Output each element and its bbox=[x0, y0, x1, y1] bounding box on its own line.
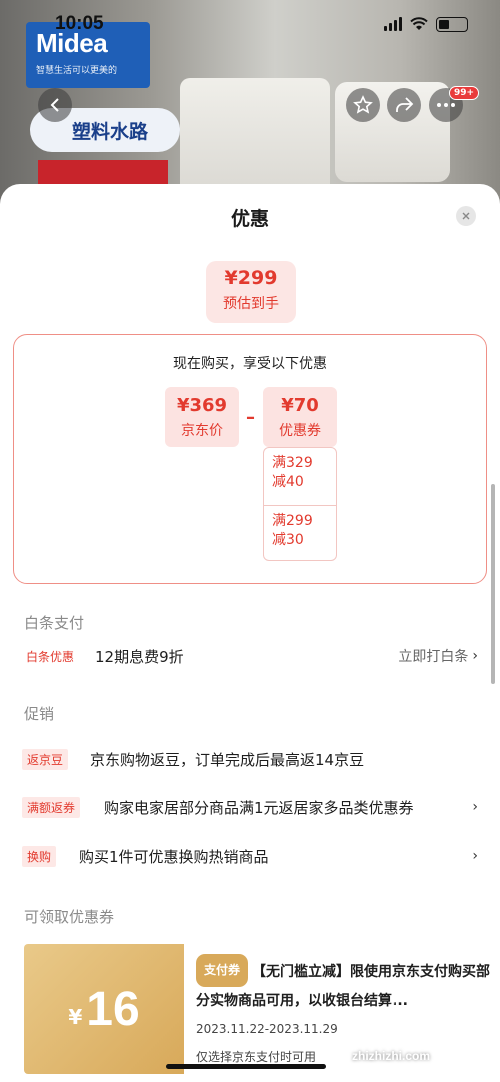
coupon-total-chip: ¥70 优惠券 bbox=[263, 387, 337, 447]
coupon-discount: 减40 bbox=[272, 474, 304, 490]
promotion-tag: 返京豆 bbox=[22, 748, 69, 770]
pay-coupon-tag: 支付券 bbox=[196, 954, 249, 987]
coupon-amount: 16 bbox=[86, 982, 140, 1036]
promotion-text: 购买1件可优惠换购热销商品 bbox=[79, 847, 269, 866]
more-icon bbox=[437, 103, 455, 107]
close-button[interactable] bbox=[456, 206, 476, 226]
coupon-threshold: 满329 bbox=[272, 455, 313, 471]
applied-coupon-list: 满329 减40 满299 减30 bbox=[263, 447, 337, 561]
status-time: 10:05 bbox=[55, 13, 104, 34]
message-badge: 99+ bbox=[449, 86, 480, 100]
coupon-currency: ¥ bbox=[68, 1005, 83, 1029]
promotion-text: 京东购物返豆，订单完成后最高返14京豆 bbox=[90, 750, 365, 769]
baitiao-action-label: 立即打白条 bbox=[398, 649, 469, 665]
signal-icon bbox=[384, 17, 402, 31]
home-indicator[interactable] bbox=[166, 1064, 326, 1069]
chevron-right-icon: › bbox=[472, 848, 478, 864]
minus-sign: – bbox=[246, 407, 255, 428]
price-calculation-box: 现在购买，享受以下优惠 ¥369 京东价 – ¥70 优惠券 满329 减40 … bbox=[13, 334, 487, 584]
close-icon bbox=[462, 212, 470, 220]
promotion-row[interactable]: 满额返券 购家电家居部分商品满1元返居家多品类优惠券 › bbox=[0, 792, 500, 822]
baitiao-action[interactable]: 立即打白条 › bbox=[398, 646, 478, 666]
status-bar: 10:05 bbox=[0, 0, 500, 48]
wifi-icon bbox=[410, 17, 428, 30]
estimated-price: ¥299 bbox=[224, 267, 278, 289]
share-button[interactable] bbox=[387, 88, 421, 122]
promotion-text: 购家电家居部分商品满1元返居家多品类优惠券 bbox=[104, 798, 414, 817]
battery-icon bbox=[436, 16, 468, 32]
jd-price-value: ¥369 bbox=[176, 395, 228, 416]
promotion-row[interactable]: 换购 购买1件可优惠换购热销商品 › bbox=[0, 841, 500, 871]
applied-coupon-item: 满329 减40 bbox=[264, 448, 336, 505]
coupon-section-title: 可领取优惠券 bbox=[24, 908, 115, 926]
brand-tagline: 智慧生活可以更美的 bbox=[36, 66, 118, 76]
watermark-logo bbox=[387, 989, 493, 1043]
applied-coupon-item: 满299 减30 bbox=[264, 505, 336, 562]
promotion-tag: 换购 bbox=[22, 845, 57, 867]
chevron-left-icon bbox=[50, 98, 59, 112]
coupon-discount: 减30 bbox=[272, 532, 304, 548]
estimated-price-box: ¥299 预估到手 bbox=[206, 261, 296, 323]
chevron-right-icon: › bbox=[472, 648, 478, 664]
chevron-right-icon: › bbox=[472, 799, 478, 815]
promotion-detail[interactable]: › bbox=[472, 799, 478, 815]
promotion-tag: 满额返券 bbox=[22, 796, 81, 818]
status-icons bbox=[384, 16, 468, 32]
star-icon bbox=[353, 95, 373, 114]
promotion-detail[interactable]: › bbox=[472, 848, 478, 864]
jd-price-label: 京东价 bbox=[181, 423, 223, 439]
scrollbar[interactable] bbox=[491, 484, 495, 684]
coupon-amount-panel: ¥ 16 bbox=[24, 944, 184, 1074]
baitiao-section-title: 白条支付 bbox=[24, 614, 85, 632]
baitiao-row[interactable]: 白条优惠 12期息费9折 立即打白条 › bbox=[0, 641, 500, 671]
coupon-total-value: ¥70 bbox=[281, 395, 319, 416]
coupon-note: 仅选择京东支付时可用 bbox=[196, 1050, 317, 1064]
watermark: zhizhizhi.com bbox=[352, 1049, 430, 1063]
estimated-price-label: 预估到手 bbox=[223, 296, 279, 312]
favorite-button[interactable] bbox=[346, 88, 380, 122]
discount-sheet: 优惠 ¥299 预估到手 现在购买，享受以下优惠 ¥369 京东价 – ¥70 … bbox=[0, 184, 500, 1082]
coupon-total-label: 优惠券 bbox=[279, 423, 321, 439]
back-button[interactable] bbox=[38, 88, 72, 122]
jd-price-chip: ¥369 京东价 bbox=[165, 387, 239, 447]
calc-heading: 现在购买，享受以下优惠 bbox=[173, 356, 327, 372]
promotion-section-title: 促销 bbox=[24, 705, 55, 723]
share-icon bbox=[396, 97, 414, 112]
sheet-title: 优惠 bbox=[230, 208, 269, 230]
coupon-threshold: 满299 bbox=[272, 513, 313, 529]
baitiao-tag: 白条优惠 bbox=[26, 649, 75, 664]
promotion-row: 返京豆 京东购物返豆，订单完成后最高返14京豆 bbox=[0, 744, 500, 774]
baitiao-text: 12期息费9折 bbox=[95, 647, 184, 666]
